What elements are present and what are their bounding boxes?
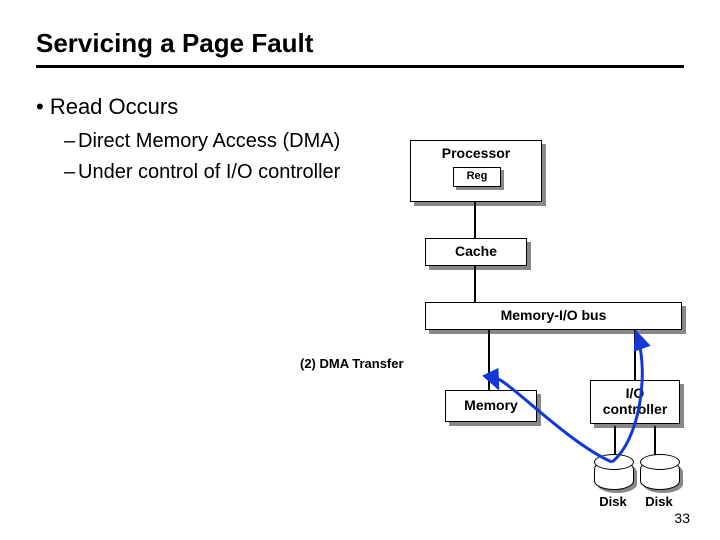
bullet-level2: –Under control of I/O controller	[64, 159, 356, 186]
dma-arrow-icon	[380, 140, 700, 520]
slide-title: Servicing a Page Fault	[36, 28, 684, 59]
diagram: Processor Reg Cache Memory-I/O bus Memor…	[380, 140, 700, 520]
bullet-level2: –Direct Memory Access (DMA)	[64, 128, 356, 155]
bullet-level1: • Read Occurs	[36, 92, 356, 122]
slide-number: 33	[674, 510, 690, 526]
bullet-text: Under control of I/O controller	[78, 161, 340, 183]
bullet-text: Direct Memory Access (DMA)	[78, 130, 340, 152]
bullet-list: • Read Occurs –Direct Memory Access (DMA…	[36, 92, 356, 186]
title-rule	[36, 65, 684, 68]
slide: Servicing a Page Fault • Read Occurs –Di…	[0, 0, 720, 540]
bullet-text: Read Occurs	[50, 94, 178, 119]
